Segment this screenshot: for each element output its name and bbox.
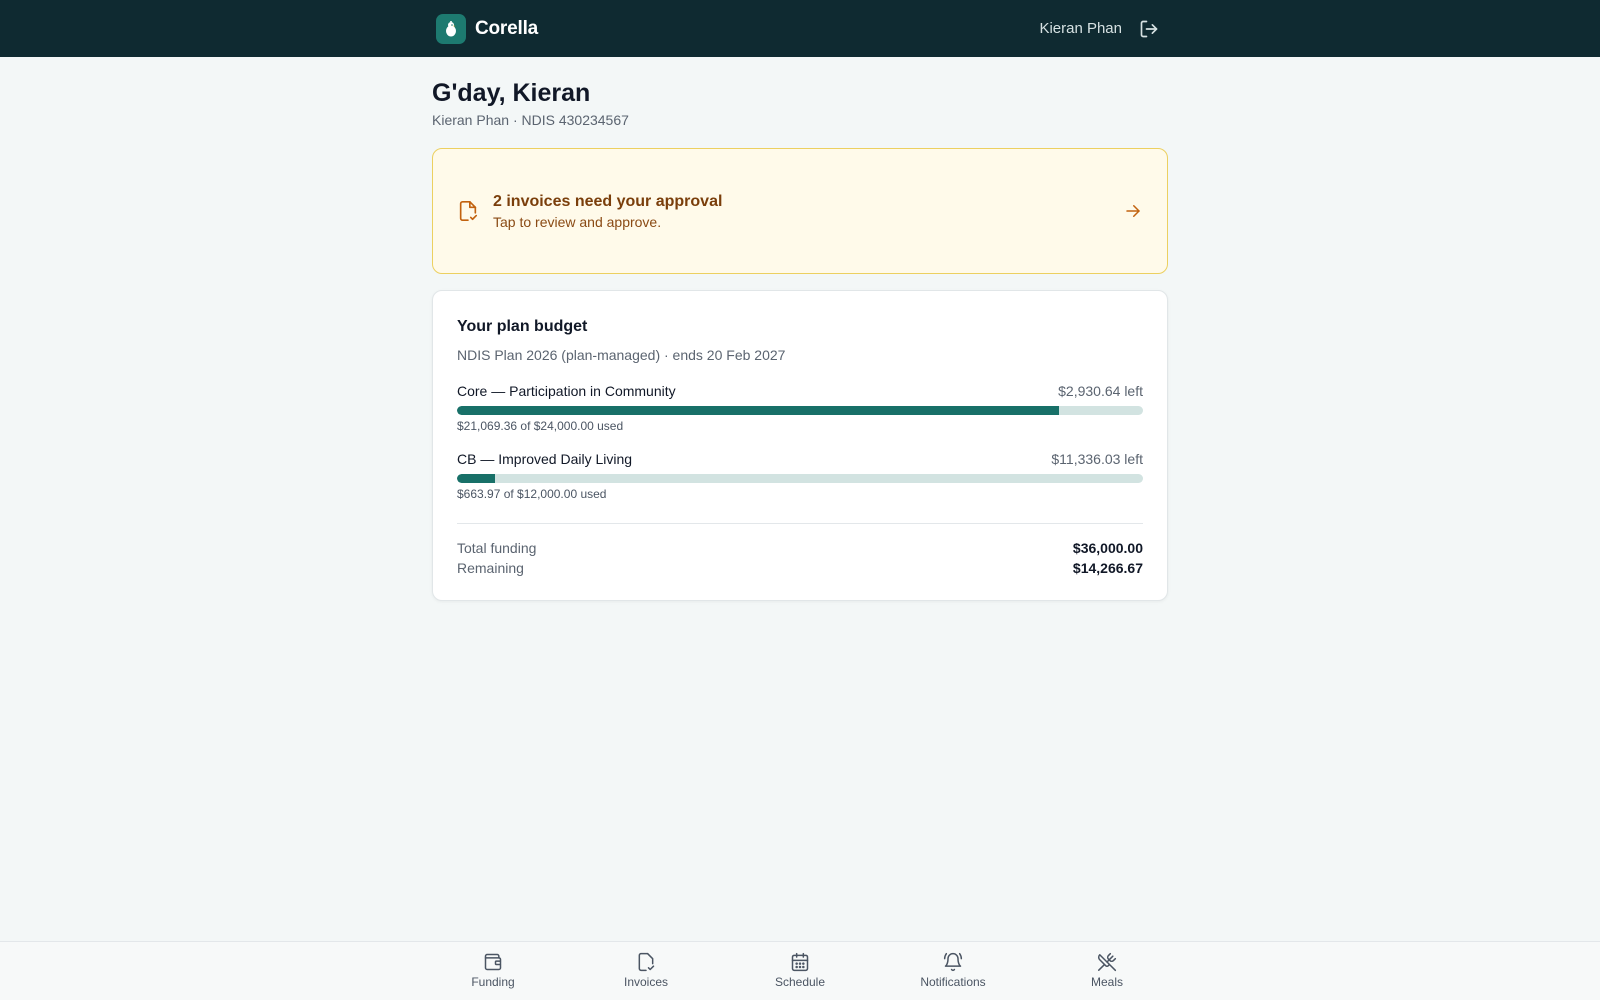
plan-budget-card: Your plan budget NDIS Plan 2026 (plan-ma…	[432, 290, 1168, 601]
invoice-approval-alert[interactable]: 2 invoices need your approval Tap to rev…	[432, 148, 1168, 274]
budget-category-label: CB — Improved Daily Living	[457, 451, 633, 467]
calendar-icon	[789, 951, 811, 973]
app-name: Corella	[475, 17, 539, 39]
nav-item-funding[interactable]: Funding	[433, 951, 553, 990]
nav-label: Schedule	[774, 975, 826, 989]
file-check-icon	[635, 951, 657, 973]
utensils-icon	[1096, 951, 1118, 973]
alert-subtitle: Tap to review and approve.	[493, 213, 662, 230]
page-title: G'day, Kieran	[432, 79, 591, 107]
budget-category-label: Core — Participation in Community	[457, 383, 676, 399]
user-name: Kieran Phan	[1039, 20, 1122, 37]
arrow-right-icon[interactable]	[1123, 201, 1143, 221]
budget-remaining: $11,336.03 left	[1051, 451, 1143, 467]
nav-label: Meals	[1090, 975, 1123, 989]
progress-bar	[457, 474, 1143, 483]
remaining-label: Remaining	[457, 560, 524, 576]
progress-bar	[457, 406, 1143, 415]
nav-item-invoices[interactable]: Invoices	[586, 951, 706, 990]
participant-info: Kieran Phan · NDIS 430234567	[432, 112, 629, 128]
bell-icon	[942, 951, 964, 973]
top-bar: Corella Kieran Phan	[0, 0, 1600, 57]
logout-icon[interactable]	[1138, 18, 1160, 40]
nav-item-meals[interactable]: Meals	[1047, 951, 1167, 990]
nav-label: Funding	[471, 975, 515, 989]
budget-remaining: $2,930.64 left	[1058, 383, 1143, 399]
file-check-icon	[457, 198, 481, 224]
budget-used: $663.97 of $12,000.00 used	[457, 487, 607, 501]
progress-bar-fill	[457, 474, 495, 483]
divider	[457, 523, 1143, 524]
budget-row-cb: CB — Improved Daily Living $11,336.03 le…	[457, 450, 1143, 502]
nav-item-schedule[interactable]: Schedule	[740, 951, 860, 990]
alert-title: 2 invoices need your approval	[493, 192, 723, 210]
wallet-icon	[482, 951, 504, 973]
total-funding-label: Total funding	[457, 540, 537, 556]
total-funding-value: $36,000.00	[1072, 540, 1143, 556]
bottom-nav: Funding Invoices Schedule Notifications …	[0, 941, 1600, 1000]
corella-logo-icon	[436, 13, 466, 44]
nav-item-notifications[interactable]: Notifications	[893, 951, 1013, 990]
budget-totals: Total funding $36,000.00 Remaining $14,2…	[457, 538, 1143, 578]
card-title: Your plan budget	[457, 318, 588, 335]
budget-row-core: Core — Participation in Community $2,930…	[457, 382, 1143, 434]
budget-used: $21,069.36 of $24,000.00 used	[457, 419, 624, 433]
remaining-value: $14,266.67	[1072, 560, 1143, 576]
plan-info: NDIS Plan 2026 (plan-managed) · ends 20 …	[457, 347, 786, 363]
nav-label: Notifications	[920, 975, 986, 989]
main-content: G'day, Kieran Kieran Phan · NDIS 4302345…	[432, 57, 1168, 601]
nav-label: Invoices	[623, 975, 669, 989]
brand[interactable]: Corella	[436, 13, 539, 44]
progress-bar-fill	[457, 406, 1060, 415]
